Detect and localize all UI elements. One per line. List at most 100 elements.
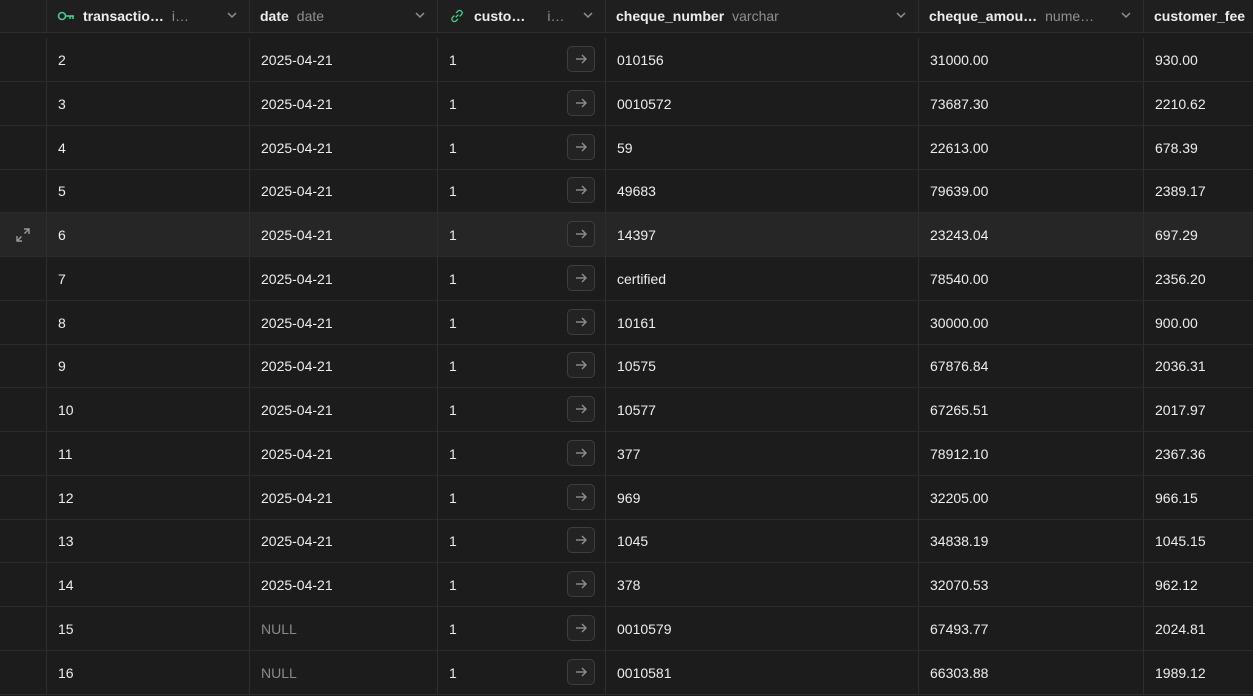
chevron-down-icon[interactable] (1119, 8, 1133, 22)
cell-cheque-amount[interactable]: 31000.00 (919, 38, 1144, 81)
row-selector[interactable] (0, 38, 47, 81)
cell-transaction-id[interactable]: 11 (47, 432, 250, 475)
cell-customer-fee[interactable]: 2017.97 (1144, 388, 1253, 431)
cell-date[interactable]: 2025-04-21 (250, 563, 438, 606)
table-row[interactable]: 5 2025-04-21 1 49683 79639.00 2389.17 (0, 169, 1253, 213)
table-row[interactable]: 12 2025-04-21 1 969 32205.00 966.15 (0, 476, 1253, 520)
cell-transaction-id[interactable]: 10 (47, 388, 250, 431)
cell-customer[interactable]: 1 (438, 519, 606, 562)
foreign-key-link-button[interactable] (567, 571, 595, 597)
cell-date[interactable]: 2025-04-21 (250, 257, 438, 300)
chevron-down-icon[interactable] (413, 8, 427, 22)
row-selector[interactable] (0, 257, 47, 300)
cell-customer-fee[interactable]: 697.29 (1144, 213, 1253, 256)
column-header-cheque-number[interactable]: cheque_number varchar (606, 0, 919, 32)
column-header-transaction-id[interactable]: transactio… i… (47, 0, 250, 32)
cell-transaction-id[interactable]: 3 (47, 82, 250, 125)
cell-customer-fee[interactable]: 930.00 (1144, 38, 1253, 81)
table-row[interactable]: 3 2025-04-21 1 0010572 73687.30 2210.62 (0, 82, 1253, 126)
cell-cheque-number[interactable]: 1045 (606, 519, 919, 562)
cell-cheque-amount[interactable]: 66303.88 (919, 651, 1144, 694)
cell-cheque-amount[interactable]: 23243.04 (919, 213, 1144, 256)
column-header-cheque-amount[interactable]: cheque_amou… nume… (919, 0, 1144, 32)
cell-customer-fee[interactable]: 900.00 (1144, 301, 1253, 344)
cell-transaction-id[interactable]: 14 (47, 563, 250, 606)
cell-customer[interactable]: 1 (438, 476, 606, 519)
row-selector[interactable] (0, 344, 47, 387)
cell-date[interactable]: 2025-04-21 (250, 432, 438, 475)
cell-cheque-number[interactable]: 10575 (606, 344, 919, 387)
cell-customer-fee[interactable]: 2356.20 (1144, 257, 1253, 300)
cell-cheque-amount[interactable]: 78912.10 (919, 432, 1144, 475)
foreign-key-link-button[interactable] (567, 46, 595, 72)
cell-customer-fee[interactable]: 966.15 (1144, 476, 1253, 519)
cell-customer-fee[interactable]: 2024.81 (1144, 607, 1253, 650)
cell-date[interactable]: 2025-04-21 (250, 301, 438, 344)
row-selector[interactable] (0, 432, 47, 475)
table-row[interactable]: 14 2025-04-21 1 378 32070.53 962.12 (0, 563, 1253, 607)
foreign-key-link-button[interactable] (567, 352, 595, 378)
cell-transaction-id[interactable]: 7 (47, 257, 250, 300)
foreign-key-link-button[interactable] (567, 177, 595, 203)
cell-cheque-number[interactable]: 010156 (606, 38, 919, 81)
cell-customer[interactable]: 1 (438, 301, 606, 344)
cell-customer[interactable]: 1 (438, 38, 606, 81)
cell-customer-fee[interactable]: 2036.31 (1144, 344, 1253, 387)
cell-customer[interactable]: 1 (438, 563, 606, 606)
cell-customer-fee[interactable]: 2389.17 (1144, 169, 1253, 212)
cell-customer[interactable]: 1 (438, 344, 606, 387)
cell-cheque-amount[interactable]: 67493.77 (919, 607, 1144, 650)
cell-cheque-amount[interactable]: 67265.51 (919, 388, 1144, 431)
foreign-key-link-button[interactable] (567, 90, 595, 116)
foreign-key-link-button[interactable] (567, 309, 595, 335)
row-selector[interactable] (0, 126, 47, 169)
row-selector[interactable] (0, 169, 47, 212)
cell-transaction-id[interactable]: 6 (47, 213, 250, 256)
row-selector[interactable] (0, 651, 47, 694)
cell-transaction-id[interactable]: 4 (47, 126, 250, 169)
chevron-down-icon[interactable] (894, 8, 908, 22)
cell-transaction-id[interactable]: 15 (47, 607, 250, 650)
row-selector[interactable] (0, 519, 47, 562)
cell-cheque-amount[interactable]: 32070.53 (919, 563, 1144, 606)
cell-customer-fee[interactable]: 962.12 (1144, 563, 1253, 606)
row-selector[interactable] (0, 607, 47, 650)
column-header-date[interactable]: date date (250, 0, 438, 32)
cell-customer[interactable]: 1 (438, 213, 606, 256)
expand-icon[interactable] (15, 227, 31, 243)
table-row[interactable]: 10 2025-04-21 1 10577 67265.51 2017.97 (0, 388, 1253, 432)
foreign-key-link-button[interactable] (567, 527, 595, 553)
table-row[interactable]: 16 NULL 1 0010581 66303.88 1989.12 (0, 651, 1253, 695)
cell-date[interactable]: 2025-04-21 (250, 213, 438, 256)
cell-transaction-id[interactable]: 2 (47, 38, 250, 81)
cell-cheque-number[interactable]: 0010581 (606, 651, 919, 694)
table-row[interactable]: 15 NULL 1 0010579 67493.77 2024.81 (0, 607, 1253, 651)
cell-date[interactable]: 2025-04-21 (250, 476, 438, 519)
table-row[interactable]: 8 2025-04-21 1 10161 30000.00 900.00 (0, 301, 1253, 345)
cell-customer-fee[interactable]: 678.39 (1144, 126, 1253, 169)
cell-cheque-amount[interactable]: 32205.00 (919, 476, 1144, 519)
cell-cheque-amount[interactable]: 22613.00 (919, 126, 1144, 169)
cell-date[interactable]: 2025-04-21 (250, 38, 438, 81)
cell-date[interactable]: NULL (250, 651, 438, 694)
cell-date[interactable]: 2025-04-21 (250, 388, 438, 431)
table-row[interactable]: 7 2025-04-21 1 certified 78540.00 2356.20 (0, 257, 1253, 301)
row-selector[interactable] (0, 563, 47, 606)
cell-transaction-id[interactable]: 8 (47, 301, 250, 344)
chevron-down-icon[interactable] (225, 8, 239, 22)
cell-cheque-number[interactable]: certified (606, 257, 919, 300)
table-row[interactable]: 4 2025-04-21 1 59 22613.00 678.39 (0, 126, 1253, 170)
cell-customer[interactable]: 1 (438, 126, 606, 169)
cell-customer-fee[interactable]: 2367.36 (1144, 432, 1253, 475)
row-selector[interactable] (0, 476, 47, 519)
foreign-key-link-button[interactable] (567, 615, 595, 641)
cell-cheque-number[interactable]: 377 (606, 432, 919, 475)
cell-cheque-number[interactable]: 378 (606, 563, 919, 606)
table-row[interactable]: 9 2025-04-21 1 10575 67876.84 2036.31 (0, 344, 1253, 388)
cell-cheque-amount[interactable]: 67876.84 (919, 344, 1144, 387)
cell-transaction-id[interactable]: 9 (47, 344, 250, 387)
cell-cheque-number[interactable]: 10161 (606, 301, 919, 344)
foreign-key-link-button[interactable] (567, 484, 595, 510)
cell-customer[interactable]: 1 (438, 169, 606, 212)
table-row[interactable]: 6 2025-04-21 1 14397 23243.04 697.29 (0, 213, 1253, 257)
